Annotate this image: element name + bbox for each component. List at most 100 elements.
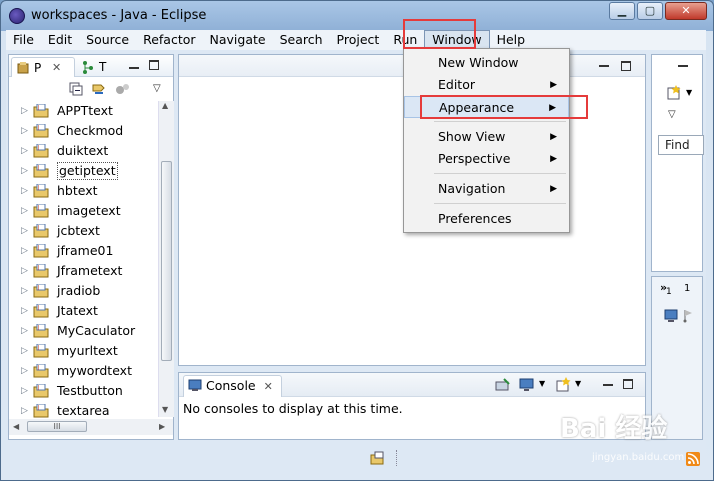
menu-item-new-window[interactable]: New Window	[404, 52, 569, 74]
minimize-editor-icon[interactable]	[599, 65, 609, 67]
java-project-icon: J	[33, 404, 49, 418]
open-console-icon[interactable]	[555, 377, 571, 393]
menu-item-editor[interactable]: Editor ▶	[404, 74, 569, 96]
tab-package-explorer[interactable]: P ✕	[11, 57, 75, 77]
menu-item-show-view[interactable]: Show View ▶	[404, 126, 569, 148]
minimize-console-icon[interactable]	[603, 384, 613, 386]
expand-arrow-icon[interactable]: ▷	[21, 281, 28, 301]
dropdown-arrow-icon[interactable]: ▼	[539, 379, 545, 388]
project-tree-item[interactable]: ▷ Jimagetext	[9, 201, 159, 221]
eclipse-logo-icon	[9, 8, 25, 24]
scroll-up-icon[interactable]: ▲	[162, 101, 168, 110]
project-tree-item[interactable]: ▷ J Jtatext	[9, 301, 159, 321]
new-task-icon[interactable]	[666, 85, 682, 101]
menu-help[interactable]: Help	[490, 30, 533, 50]
console-view-icon[interactable]	[664, 309, 678, 323]
menu-item-navigation[interactable]: Navigation ▶	[404, 178, 569, 200]
svg-text:J: J	[37, 305, 39, 311]
menu-item-preferences[interactable]: Preferences	[404, 208, 569, 230]
view-menu-icon[interactable]: ▽	[668, 109, 676, 120]
project-tree-item[interactable]: ▷ Jhbtext	[9, 181, 159, 201]
expand-arrow-icon[interactable]: ▷	[21, 341, 28, 361]
focus-task-icon[interactable]	[115, 82, 131, 96]
menu-navigate[interactable]: Navigate	[203, 30, 273, 50]
java-project-icon: J	[33, 224, 49, 238]
maximize-button[interactable]: ▢	[637, 2, 663, 20]
minimize-button[interactable]: ▁	[609, 2, 635, 20]
expand-arrow-icon[interactable]: ▷	[21, 361, 28, 381]
dropdown-arrow-icon[interactable]: ▼	[575, 379, 581, 388]
project-tree-item[interactable]: ▷ J MyCaculator	[9, 321, 159, 341]
dropdown-arrow-icon[interactable]: ▼	[686, 88, 692, 97]
close-button[interactable]: ✕	[665, 2, 707, 20]
maximize-editor-icon[interactable]	[621, 61, 631, 71]
project-tree-item[interactable]: ▷ J APPTtext	[9, 101, 159, 121]
minimize-right-view-icon[interactable]	[678, 65, 688, 67]
expand-arrow-icon[interactable]: ▷	[21, 161, 28, 181]
view-menu-icon[interactable]: ▽	[153, 83, 161, 94]
expand-arrow-icon[interactable]: ▷	[21, 381, 28, 401]
project-tree-item[interactable]: ▷ Jjcbtext	[9, 221, 159, 241]
expand-arrow-icon[interactable]: ▷	[21, 181, 28, 201]
menu-source[interactable]: Source	[79, 30, 136, 50]
close-icon[interactable]: ✕	[52, 58, 61, 78]
project-tree-item[interactable]: ▷ Jgetiptext	[9, 161, 159, 181]
scroll-left-icon[interactable]: ◀	[13, 422, 19, 431]
menu-project[interactable]: Project	[330, 30, 387, 50]
project-tree-item[interactable]: ▷ Jtextarea	[9, 401, 159, 421]
svg-text:J: J	[37, 165, 39, 171]
menu-separator	[434, 203, 566, 204]
pin-console-icon[interactable]	[495, 378, 511, 392]
svg-text:J: J	[37, 385, 39, 391]
expand-arrow-icon[interactable]: ▷	[21, 301, 28, 321]
expand-arrow-icon[interactable]: ▷	[21, 221, 28, 241]
project-tree-item[interactable]: ▷ Jduiktext	[9, 141, 159, 161]
scroll-right-icon[interactable]: ▶	[159, 422, 165, 431]
close-icon[interactable]: ✕	[264, 380, 273, 393]
project-tree-item[interactable]: ▷ J Testbutton	[9, 381, 159, 401]
tab-type-hierarchy[interactable]: T	[77, 57, 117, 77]
project-tree-item[interactable]: ▷ Jjradiob	[9, 281, 159, 301]
expand-arrow-icon[interactable]: ▷	[21, 121, 28, 141]
rss-feed-icon[interactable]	[686, 452, 700, 466]
task-list-icon[interactable]	[682, 309, 696, 323]
menu-search[interactable]: Search	[273, 30, 330, 50]
collapse-all-icon[interactable]	[69, 82, 83, 96]
expand-arrow-icon[interactable]: ▷	[21, 141, 28, 161]
scroll-down-icon[interactable]: ▼	[162, 405, 168, 414]
horizontal-scrollbar[interactable]: ◀ III ▶	[9, 419, 173, 435]
baidu-watermark: Bai 经验	[560, 414, 668, 444]
java-project-icon: J	[33, 284, 49, 298]
hscroll-thumb[interactable]: III	[27, 421, 87, 432]
link-with-editor-icon[interactable]	[91, 81, 107, 97]
project-tree-item[interactable]: ▷ J Checkmod	[9, 121, 159, 141]
expand-arrow-icon[interactable]: ▷	[21, 201, 28, 221]
vertical-scrollbar[interactable]: ▲ ▼	[158, 101, 174, 417]
menu-file[interactable]: File	[6, 30, 41, 50]
menu-edit[interactable]: Edit	[41, 30, 79, 50]
expand-arrow-icon[interactable]: ▷	[21, 101, 28, 121]
highlight-box-window-menu	[403, 19, 476, 49]
project-tree-item[interactable]: ▷ Jmyurltext	[9, 341, 159, 361]
project-tree-item[interactable]: ▷ Jmywordtext	[9, 361, 159, 381]
menu-item-perspective[interactable]: Perspective ▶	[404, 148, 569, 170]
fast-view-icon[interactable]	[370, 450, 386, 466]
maximize-view-icon[interactable]	[149, 60, 159, 70]
menu-item-label: Editor	[438, 77, 475, 92]
expand-arrow-icon[interactable]: ▷	[21, 241, 28, 261]
project-tree-item[interactable]: ▷ J Jframetext	[9, 261, 159, 281]
tab-console[interactable]: Console ✕	[183, 375, 282, 397]
expand-arrow-icon[interactable]: ▷	[21, 321, 28, 341]
expand-arrow-icon[interactable]: ▷	[21, 261, 28, 281]
menu-refactor[interactable]: Refactor	[136, 30, 202, 50]
find-input[interactable]: Find	[658, 135, 704, 155]
scroll-thumb[interactable]	[161, 161, 172, 361]
baidu-watermark-url: jingyan.baidu.com	[592, 452, 685, 463]
maximize-console-icon[interactable]	[623, 379, 633, 389]
java-project-icon: J	[33, 364, 49, 378]
minimize-view-icon[interactable]	[129, 67, 139, 69]
java-project-icon: J	[33, 184, 49, 198]
display-console-icon[interactable]	[519, 378, 535, 392]
expand-arrow-icon[interactable]: ▷	[21, 401, 28, 421]
project-tree-item[interactable]: ▷ Jjframe01	[9, 241, 159, 261]
